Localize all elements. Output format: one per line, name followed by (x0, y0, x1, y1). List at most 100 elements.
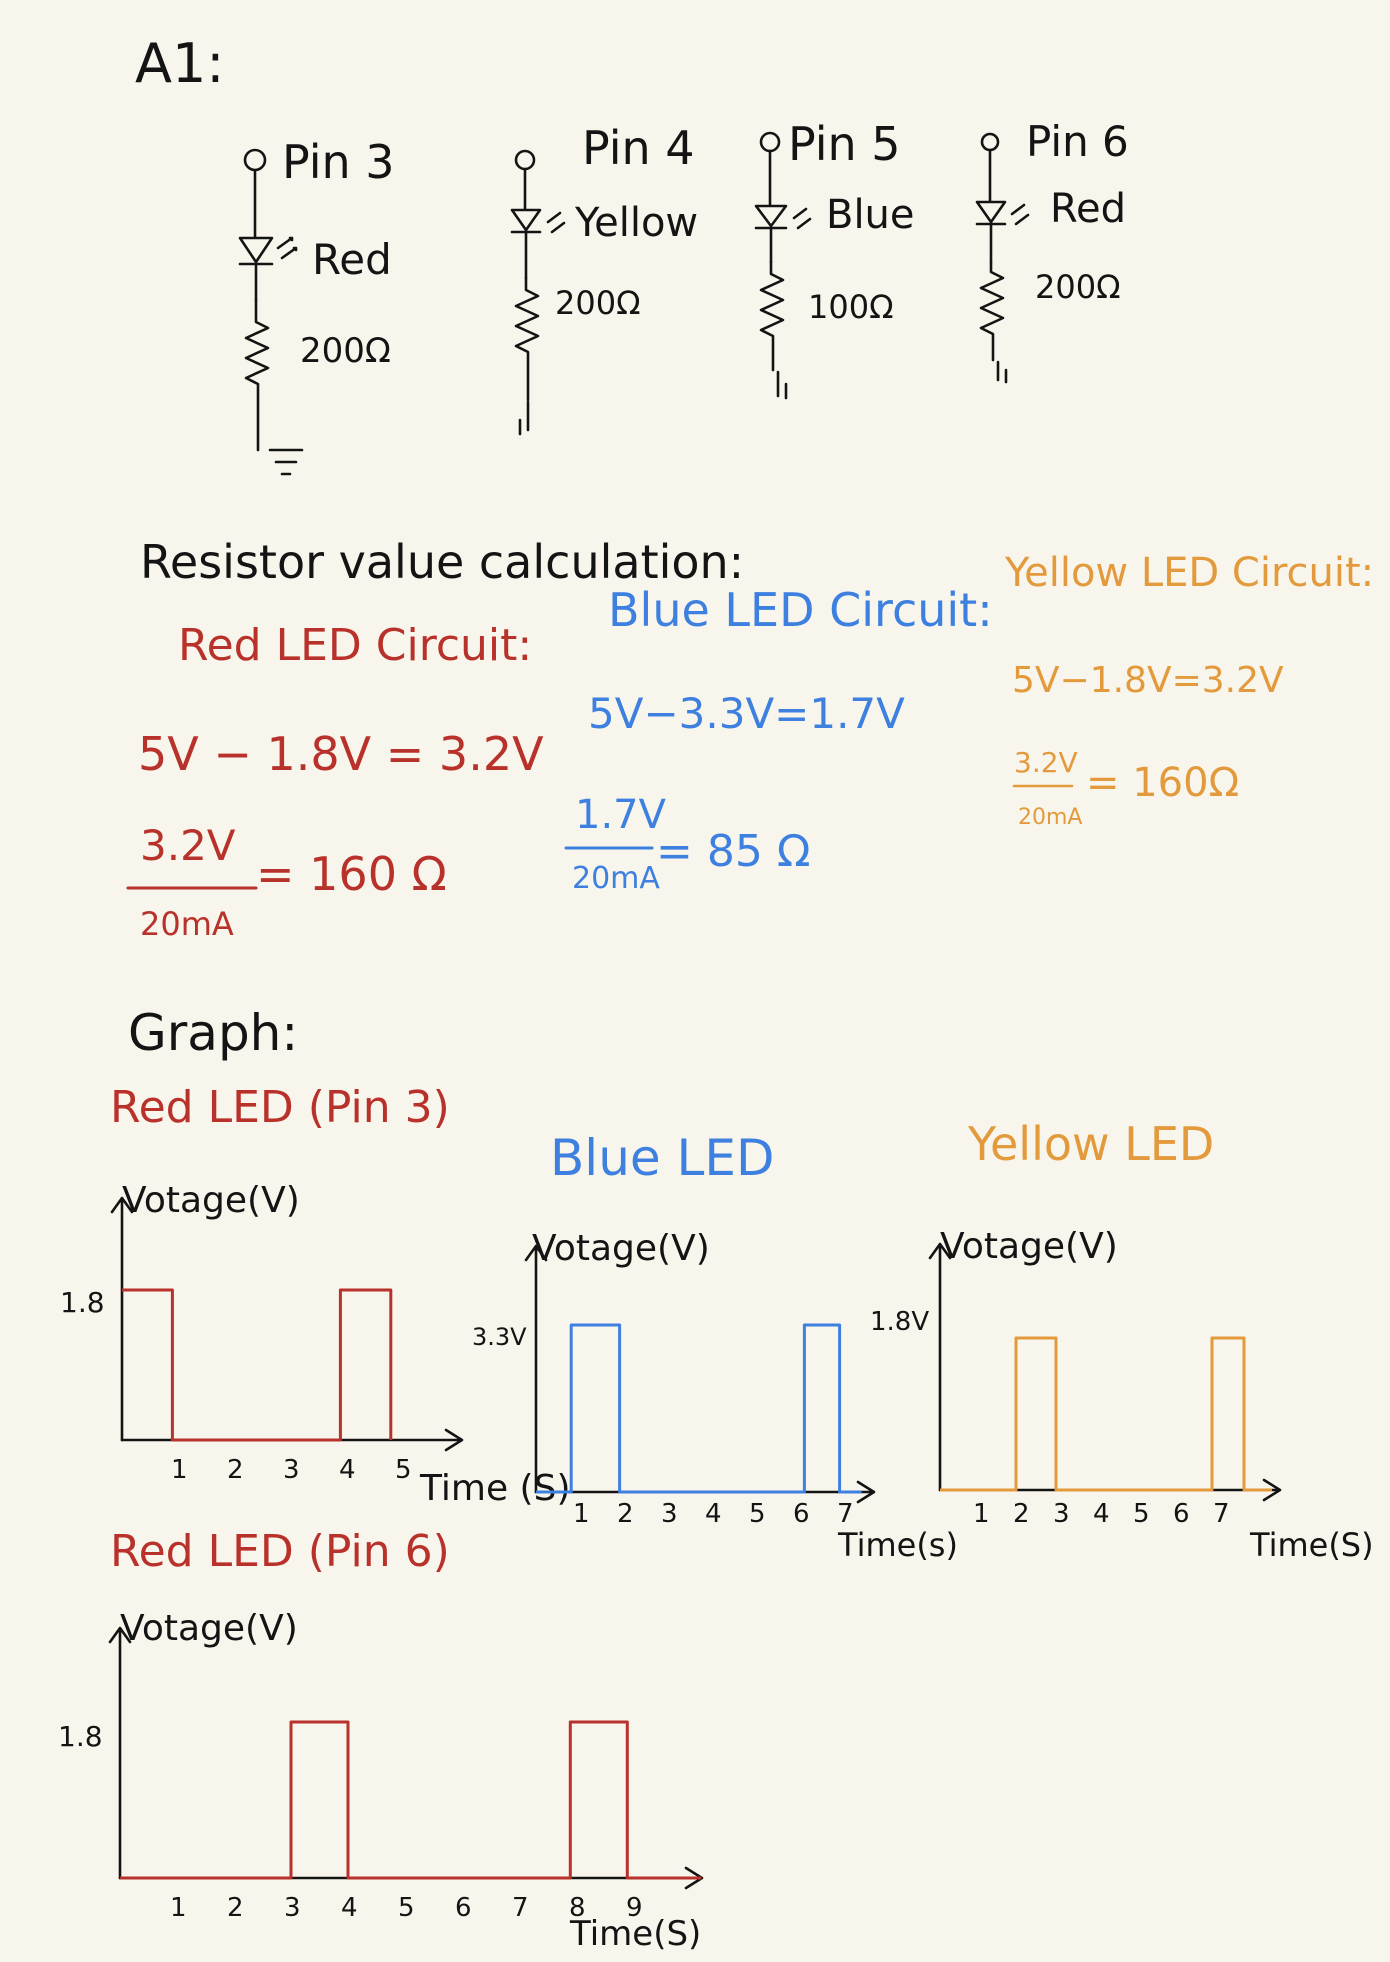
chart-ylabel: Votage(V) (122, 1180, 300, 1221)
x-tick-label: 6 (455, 1893, 472, 1923)
x-tick-label: 5 (398, 1893, 415, 1923)
yellow-calc-title: Yellow LED Circuit: (1004, 550, 1374, 596)
red-calc-line1: 5V − 1.8V = 3.2V (138, 727, 544, 781)
blue-calc-title: Blue LED Circuit: (608, 583, 993, 637)
led-diode-icon (975, 148, 1007, 264)
red-calculation: Red LED Circuit: 5V − 1.8V = 3.2V 3.2V 2… (126, 620, 544, 943)
pin-terminal-icon (243, 148, 267, 172)
y-axis (524, 1244, 548, 1494)
circuit-pin-label: Pin 5 (788, 117, 901, 171)
ground-icon (776, 370, 788, 400)
chart-ylabel: Votage(V) (532, 1228, 710, 1269)
circuit-led-label: Blue (826, 192, 915, 238)
resistor-icon (244, 298, 270, 452)
series-line (536, 1323, 862, 1494)
light-emission-icon (276, 236, 298, 260)
circuit-pin-label: Pin 4 (582, 121, 695, 175)
x-tick-label: 2 (227, 1455, 244, 1485)
series-line (122, 1288, 393, 1442)
chart-ylabel: Votage(V) (940, 1226, 1118, 1267)
series-line (940, 1336, 1272, 1492)
y-axis (928, 1242, 952, 1492)
x-tick-labels: 1 2 3 4 5 6 7 8 9 (170, 1893, 643, 1923)
chart-xlabel: Time (S) (419, 1468, 571, 1509)
heading-a1: A1: (135, 32, 225, 95)
chart-ytick: 1.8 (60, 1286, 105, 1319)
pin-terminal-icon (980, 132, 1000, 152)
blue-calc-denominator: 20mA (572, 861, 660, 896)
x-tick-label: 4 (1093, 1499, 1110, 1529)
chart-yellow: Yellow LED Votage(V) 1.8V Time(S) 123456… (870, 1117, 1374, 1564)
x-tick-label: 1 (573, 1499, 590, 1529)
chart-red-pin6: Red LED (Pin 6) Votage(V) 1.8 Time(S) 12… (58, 1526, 704, 1954)
x-tick-label: 4 (341, 1893, 358, 1923)
x-tick-label: 6 (793, 1499, 810, 1529)
x-tick-label: 7 (512, 1893, 529, 1923)
blue-calculation: Blue LED Circuit: 5V−3.3V=1.7V 1.7V 20mA… (564, 583, 993, 896)
light-emission-icon (1010, 203, 1030, 226)
x-tick-labels: 1234567 (573, 1499, 854, 1529)
x-tick-label: 9 (626, 1893, 643, 1923)
circuit-led-label: Red (312, 235, 392, 284)
led-diode-icon (754, 149, 788, 264)
notebook-page: A1: Pin 3 Red 200Ω Pin 4 Yellow 200Ω Pin… (58, 32, 1374, 1954)
red-calc-title: Red LED Circuit: (178, 620, 532, 671)
x-tick-label: 3 (661, 1499, 678, 1529)
chart-title: Red LED (Pin 6) (110, 1526, 450, 1577)
red-calc-denominator: 20mA (140, 905, 234, 943)
yellow-calc-result: = 160Ω (1086, 760, 1239, 806)
x-tick-label: 2 (617, 1499, 634, 1529)
ground-icon (518, 400, 530, 436)
calc-title: Resistor value calculation: (140, 535, 744, 589)
light-emission-icon (792, 207, 812, 230)
y-axis (108, 1626, 132, 1880)
x-tick-label: 6 (1173, 1499, 1190, 1529)
x-tick-label: 5 (1133, 1499, 1150, 1529)
circuit-pin-label: Pin 6 (1026, 117, 1129, 166)
led-diode-icon (238, 168, 274, 302)
chart-title: Red LED (Pin 3) (110, 1082, 450, 1133)
yellow-calculation: Yellow LED Circuit: 5V−1.8V=3.2V 3.2V 20… (1004, 550, 1374, 830)
circuit-pin5: Pin 5 Blue 100Ω (754, 117, 915, 400)
yellow-calc-denominator: 20mA (1018, 805, 1082, 830)
circuit-pin3: Pin 3 Red 200Ω (238, 135, 395, 476)
x-tick-label: 2 (227, 1893, 244, 1923)
graph-title: Graph: (128, 1004, 298, 1062)
x-tick-label: 3 (283, 1455, 300, 1485)
chart-xlabel: Time(s) (837, 1526, 958, 1564)
circuit-led-label: Yellow (574, 200, 698, 246)
blue-calc-numerator: 1.7V (575, 792, 667, 838)
x-tick-label: 4 (339, 1455, 356, 1485)
ground-icon (996, 360, 1008, 384)
circuit-resistor-label: 200Ω (555, 284, 641, 322)
yellow-calc-numerator: 3.2V (1014, 746, 1078, 779)
x-tick-labels: 1234567 (973, 1499, 1230, 1529)
x-tick-labels: 1 2 3 4 5 (171, 1455, 412, 1485)
blue-calc-line1: 5V−3.3V=1.7V (588, 689, 905, 738)
x-tick-label: 1 (171, 1455, 188, 1485)
circuit-resistor-label: 100Ω (808, 288, 894, 326)
light-emission-icon (546, 211, 566, 234)
x-tick-label: 7 (837, 1499, 854, 1529)
x-tick-label: 2 (1013, 1499, 1030, 1529)
circuit-pin-label: Pin 3 (282, 135, 395, 189)
ground-icon (268, 448, 304, 476)
x-tick-label: 4 (705, 1499, 722, 1529)
x-tick-label: 3 (284, 1893, 301, 1923)
chart-ytick: 1.8 (58, 1720, 103, 1753)
x-tick-label: 5 (749, 1499, 766, 1529)
series-line (120, 1720, 702, 1880)
pin-terminal-icon (514, 149, 536, 171)
circuit-pin6: Pin 6 Red 200Ω (975, 117, 1129, 384)
blue-calc-result: = 85 Ω (656, 826, 810, 877)
chart-red-pin3: Red LED (Pin 3) Votage(V) 1.8 Time (S) 1… (60, 1082, 571, 1509)
x-tick-label: 1 (973, 1499, 990, 1529)
x-tick-label: 3 (1053, 1499, 1070, 1529)
y-axis (110, 1196, 134, 1442)
pin-terminal-icon (759, 131, 781, 153)
circuit-resistor-label: 200Ω (300, 331, 391, 371)
chart-xlabel: Time(S) (1249, 1526, 1374, 1564)
yellow-calc-line1: 5V−1.8V=3.2V (1012, 660, 1284, 701)
chart-title: Blue LED (550, 1129, 775, 1187)
chart-ylabel: Votage(V) (120, 1608, 298, 1649)
